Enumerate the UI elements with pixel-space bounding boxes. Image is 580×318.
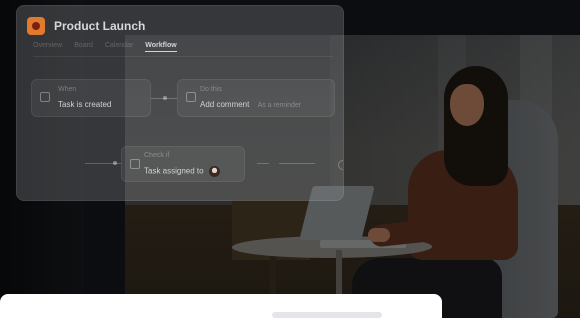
assignee-avatar <box>208 166 220 177</box>
project-logo-icon <box>27 17 45 35</box>
tab-board[interactable]: Board <box>74 42 93 52</box>
trigger-icon <box>40 92 50 102</box>
connector-line <box>257 163 269 164</box>
condition-icon <box>130 159 140 169</box>
check-if-label: Check if <box>144 152 170 159</box>
check-if-condition-node[interactable]: Check if Task assigned to <box>121 146 245 182</box>
do-this-text: Add comment <box>200 100 250 109</box>
connector-dot <box>113 161 117 165</box>
check-if-text: Task assigned to <box>144 166 204 176</box>
workflow-card: Product Launch Overview Board Calendar W… <box>16 5 344 201</box>
tab-bar: Overview Board Calendar Workflow <box>33 42 177 52</box>
action-icon <box>186 92 196 102</box>
do-this-sub: As a reminder <box>257 102 302 109</box>
do-this-label: Do this <box>200 86 222 93</box>
when-label: When <box>58 86 77 93</box>
connector-line <box>279 163 315 164</box>
when-text: Task is created <box>58 100 112 109</box>
add-step-icon[interactable] <box>338 160 343 170</box>
when-trigger-node[interactable]: When Task is created <box>31 79 151 117</box>
connector-dot <box>163 96 167 100</box>
tab-calendar[interactable]: Calendar <box>105 42 133 52</box>
tab-overview[interactable]: Overview <box>33 42 62 52</box>
placeholder-bar <box>272 312 382 318</box>
project-title: Product Launch <box>54 19 146 33</box>
tab-workflow[interactable]: Workflow <box>145 42 177 52</box>
tabs-divider <box>33 56 333 57</box>
card-header: Product Launch <box>27 13 145 39</box>
do-this-action-node[interactable]: Do this Add comment As a reminder <box>177 79 335 117</box>
bottom-card <box>0 294 442 318</box>
